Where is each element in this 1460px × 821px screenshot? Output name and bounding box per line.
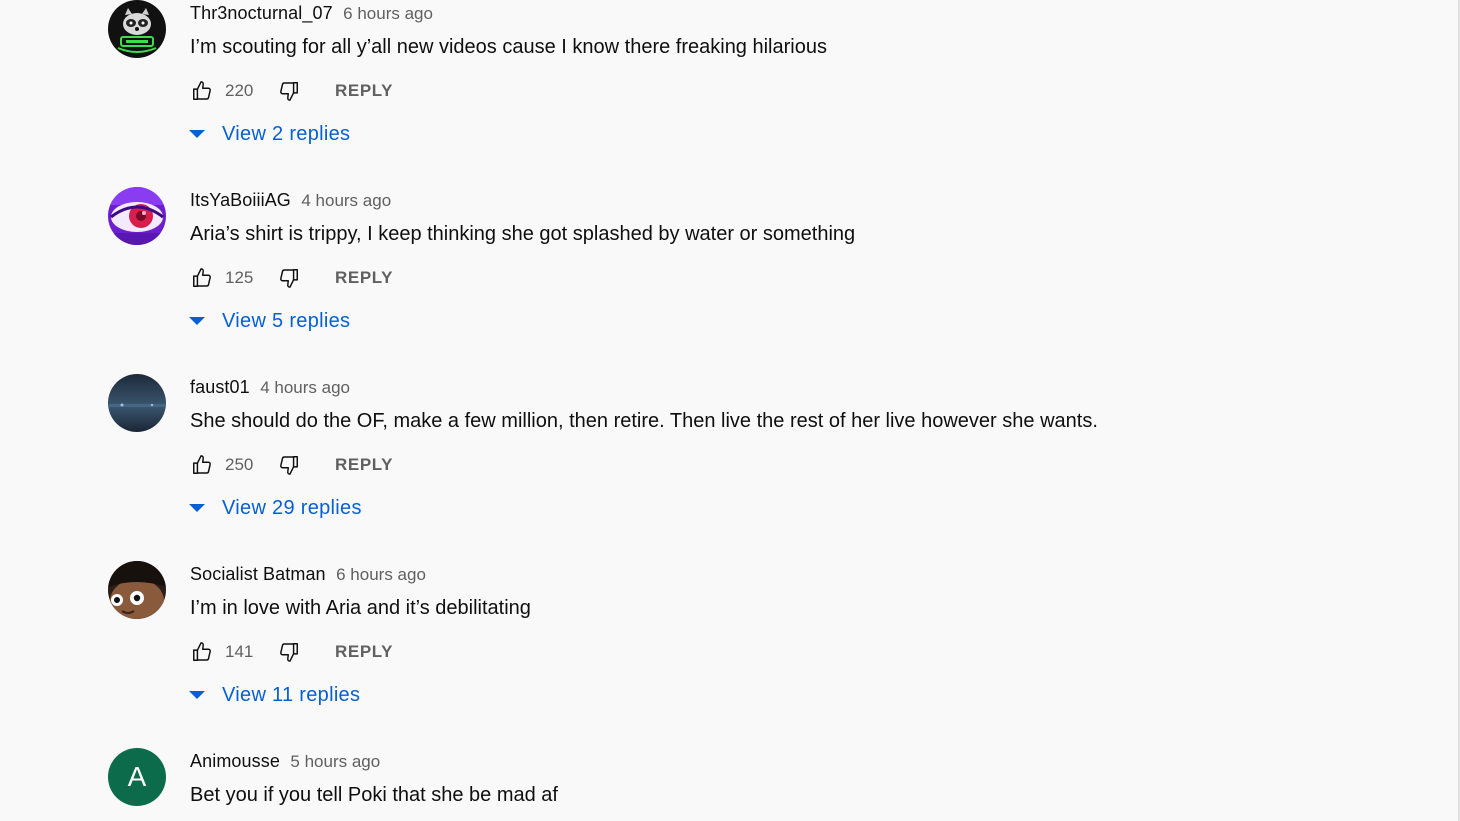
comment-body: Socialist Batman 6 hours ago I’m in love… [189,561,1390,709]
avatar-letter: A [127,761,147,792]
like-count: 250 [225,455,254,474]
thumbs-down-icon[interactable] [277,266,301,290]
view-replies-button[interactable]: View 2 replies [189,120,1390,148]
comment-timestamp[interactable]: 6 hours ago [336,565,426,584]
comment-body: Thr3nocturnal_07 6 hours ago I’m scoutin… [189,0,1390,148]
comment-timestamp[interactable]: 4 hours ago [301,191,391,210]
view-replies-label: View 2 replies [222,122,351,145]
comment-author[interactable]: ItsYaBoiiiAG [190,190,291,210]
view-replies-label: View 11 replies [222,683,361,706]
comment-author[interactable]: Thr3nocturnal_07 [190,3,333,23]
comment-header: Thr3nocturnal_07 6 hours ago [190,0,1390,26]
cartoon-face-avatar-icon[interactable] [108,561,166,619]
comment-author[interactable]: Animousse [190,751,280,771]
thumbs-down-icon[interactable] [277,79,301,103]
comment-actions: 250 REPLY [190,451,1390,479]
reply-button[interactable]: REPLY [335,268,393,288]
comment-body: faust01 4 hours ago She should do the OF… [189,374,1390,522]
like-count: 141 [225,642,254,661]
comment-actions: 125 REPLY [190,264,1390,292]
view-replies-button[interactable]: View 5 replies [189,307,1390,335]
like-count: 125 [225,268,254,287]
caret-down-icon [189,130,205,138]
comment-body: ItsYaBoiiiAG 4 hours ago Aria’s shirt is… [189,187,1390,335]
comment-text: Aria’s shirt is trippy, I keep thinking … [190,223,856,245]
comment-text: She should do the OF, make a few million… [190,410,1098,432]
reply-button[interactable]: REPLY [335,642,393,662]
caret-down-icon [189,691,205,699]
comment-header: faust01 4 hours ago [190,374,1390,400]
letter-a-avatar-icon[interactable]: A [108,748,166,806]
view-replies-label: View 29 replies [222,496,362,519]
comment-header: ItsYaBoiiiAG 4 hours ago [190,187,1390,213]
comment-text: Bet you if you tell Poki that she be mad… [190,784,558,806]
comment-body: Animousse 5 hours ago Bet you if you tel… [190,748,1390,809]
comment-actions: 220 REPLY [190,77,1390,105]
thumbs-up-icon[interactable] [190,453,214,477]
caret-down-icon [189,504,205,512]
thumbs-down-icon[interactable] [277,453,301,477]
comment-text: I’m scouting for all y’all new videos ca… [190,36,827,58]
comments-section: Thr3nocturnal_07 6 hours ago I’m scoutin… [0,0,1460,821]
comment-header: Socialist Batman 6 hours ago [190,561,1390,587]
comment-timestamp[interactable]: 4 hours ago [260,378,350,397]
raccoon-avatar-icon[interactable] [108,0,166,58]
thumbs-up-icon[interactable] [190,79,214,103]
dark-landscape-avatar-icon[interactable] [108,374,166,432]
view-replies-button[interactable]: View 11 replies [189,681,1390,709]
caret-down-icon [189,317,205,325]
thumbs-down-icon[interactable] [277,640,301,664]
purple-eye-avatar-icon[interactable] [108,187,166,245]
view-replies-button[interactable]: View 29 replies [189,494,1390,522]
comment-author[interactable]: faust01 [190,377,250,397]
comment-header: Animousse 5 hours ago [190,748,1390,774]
comment-timestamp[interactable]: 6 hours ago [343,4,433,23]
like-count: 220 [225,81,254,100]
comment-timestamp[interactable]: 5 hours ago [290,752,380,771]
reply-button[interactable]: REPLY [335,81,393,101]
reply-button[interactable]: REPLY [335,455,393,475]
comment-author[interactable]: Socialist Batman [190,564,326,584]
thumbs-up-icon[interactable] [190,640,214,664]
view-replies-label: View 5 replies [222,309,351,332]
comment-text: I’m in love with Aria and it’s debilitat… [190,597,531,619]
comment-actions: 141 REPLY [190,638,1390,666]
thumbs-up-icon[interactable] [190,266,214,290]
